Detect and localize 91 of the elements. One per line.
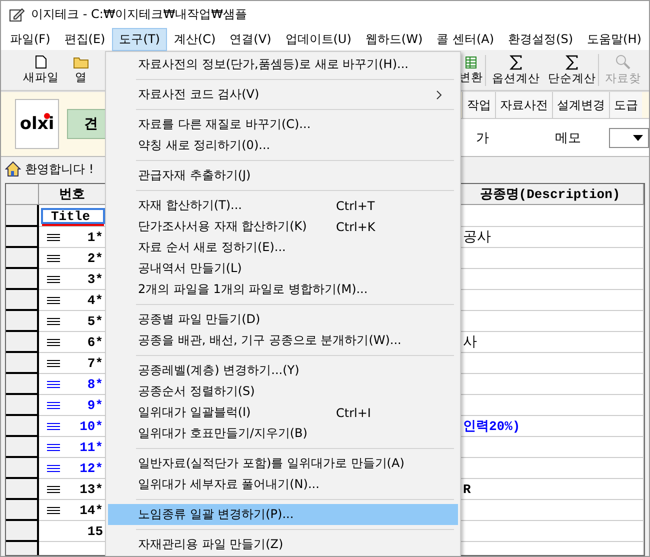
- toolbar-button[interactable]: 열: [71, 56, 91, 84]
- menu-item[interactable]: 자재관리용 파일 만들기(Z): [108, 534, 458, 555]
- row-number: 12*: [80, 460, 103, 476]
- row-header[interactable]: [6, 437, 39, 458]
- row-number: 5*: [87, 314, 103, 328]
- menu-item[interactable]: 자료 순서 새로 정하기(E)...: [108, 237, 458, 258]
- row-header[interactable]: [6, 205, 39, 227]
- row-number: 10*: [80, 418, 103, 434]
- menu-item[interactable]: 자료사전 코드 검사(V): [108, 84, 458, 105]
- spreadsheet-icon: [465, 56, 477, 68]
- row-number: 2*: [87, 250, 103, 266]
- menu-item[interactable]: 공종을 배관, 배선, 기구 공종으로 분개하기(W)...: [108, 330, 458, 351]
- row-number: 9*: [87, 398, 103, 412]
- menu-bar-item[interactable]: 파일(F): [3, 28, 58, 50]
- menu-item[interactable]: 공내역서 만들기(L): [108, 258, 458, 279]
- toolbar-button[interactable]: 단순계산: [542, 54, 598, 86]
- menu-item[interactable]: 공종레벨(계층) 변경하기...(Y): [108, 360, 458, 381]
- welcome-text: 환영합니다 !: [25, 160, 94, 178]
- row-number: 11*: [80, 440, 103, 454]
- row-number: 3*: [87, 272, 103, 286]
- document-icon: [35, 55, 47, 69]
- tab[interactable]: 작업: [462, 92, 495, 118]
- row-number: 1*: [87, 230, 103, 244]
- tab[interactable]: 도급: [609, 92, 642, 118]
- table-cell-text: R: [462, 482, 471, 496]
- row-number: 13*: [80, 482, 103, 496]
- row-number: 8*: [87, 376, 103, 392]
- menu-item[interactable]: 단가조사서용 자재 합산하기(K) Ctrl+K: [108, 216, 458, 237]
- logo: olxi: [15, 99, 59, 149]
- toolbar-button[interactable]: 옵션계산: [485, 54, 542, 86]
- menu-item[interactable]: 자료를 다른 재질로 바꾸기(C)...: [108, 114, 458, 135]
- app-icon: [9, 6, 25, 22]
- field-label: 가: [476, 130, 489, 146]
- menu-item[interactable]: 2개의 파일을 1개의 파일로 병합하기(M)...: [108, 279, 458, 300]
- menu-item[interactable]: 자료사전의 정보(단가,품셈등)로 새로 바꾸기(H)...: [108, 54, 458, 75]
- row-header[interactable]: [6, 332, 39, 353]
- folder-icon: [73, 56, 89, 68]
- row-number: 15: [87, 524, 103, 538]
- menu-item[interactable]: 관급자재 추출하기(J): [108, 165, 458, 186]
- toolbar-button[interactable]: 새파일: [21, 55, 61, 85]
- row-header[interactable]: [6, 521, 39, 542]
- menu-bar-item[interactable]: 연결(V): [222, 28, 278, 50]
- row-number: 6*: [87, 334, 103, 350]
- row-number: 14*: [80, 502, 103, 518]
- house-icon: [5, 161, 21, 177]
- menu-item[interactable]: 일위대가 일괄블럭(I) Ctrl+I: [108, 402, 458, 423]
- menu-bar-item[interactable]: 도움말(H): [580, 28, 648, 50]
- menu-item[interactable]: 일반자료(실적단가 포함)를 일위대가로 만들기(A): [108, 453, 458, 474]
- row-header[interactable]: [6, 227, 39, 248]
- row-header[interactable]: [6, 500, 39, 521]
- table-cell-text: 공사: [462, 228, 491, 246]
- row-header[interactable]: [6, 248, 39, 269]
- row-header[interactable]: [6, 416, 39, 437]
- dropdown-arrow-icon: [633, 134, 643, 140]
- memo-label: 메모: [555, 130, 581, 146]
- menu-item[interactable]: 약칭 새로 정리하기(0)...: [108, 135, 458, 156]
- tab[interactable]: 설계변경: [552, 92, 609, 118]
- row-header[interactable]: [6, 458, 39, 479]
- column-header[interactable]: 번호: [39, 184, 106, 205]
- menu-item[interactable]: 일위대가 세부자료 풀어내기(N)...: [108, 474, 458, 495]
- table-cell-text: 사: [462, 333, 477, 351]
- menu-bar-item[interactable]: 콜 센터(A): [430, 28, 502, 50]
- window-title: 이지테크 - C:₩이지테크₩내작업₩샘플: [31, 6, 247, 23]
- row-header[interactable]: [6, 353, 39, 374]
- menu-bar-item[interactable]: 편집(E): [57, 28, 112, 50]
- menu-bar-item[interactable]: 업데이트(U): [278, 28, 358, 50]
- menu-item[interactable]: 노임종류 일괄 변경하기(P)...: [108, 504, 458, 525]
- menu-item[interactable]: 공종순서 정렬하기(S): [108, 381, 458, 402]
- sigma-icon: [509, 54, 523, 70]
- search-icon: [615, 54, 631, 70]
- menu-bar-item[interactable]: 웹하드(W): [358, 28, 430, 50]
- menu-bar-item[interactable]: 계산(C): [166, 28, 223, 50]
- sigma-icon: [565, 54, 579, 70]
- menu-bar-item[interactable]: 도구(T): [112, 28, 167, 50]
- menu-item[interactable]: 일위대가 호표만들기/지우기(B): [108, 423, 458, 444]
- menu-bar-item[interactable]: 환경설정(S): [501, 28, 580, 50]
- corner-header: [6, 184, 39, 205]
- row-header[interactable]: [6, 269, 39, 290]
- table-cell-text: 인력20%): [462, 418, 520, 435]
- menu-item[interactable]: 자재 합산하기(T)... Ctrl+T: [108, 195, 458, 216]
- row-header[interactable]: [6, 395, 39, 416]
- row-number: 7*: [87, 356, 103, 370]
- row-header[interactable]: [6, 290, 39, 311]
- row-header[interactable]: [6, 311, 39, 332]
- row-header[interactable]: [6, 374, 39, 395]
- title-cell[interactable]: Title: [41, 208, 105, 224]
- row-number: 4*: [87, 292, 103, 308]
- row-header[interactable]: [6, 479, 39, 500]
- memo-dropdown[interactable]: [609, 128, 649, 148]
- tab[interactable]: 자료사전: [495, 92, 552, 118]
- menu-item[interactable]: 공종별 파일 만들기(D): [108, 309, 458, 330]
